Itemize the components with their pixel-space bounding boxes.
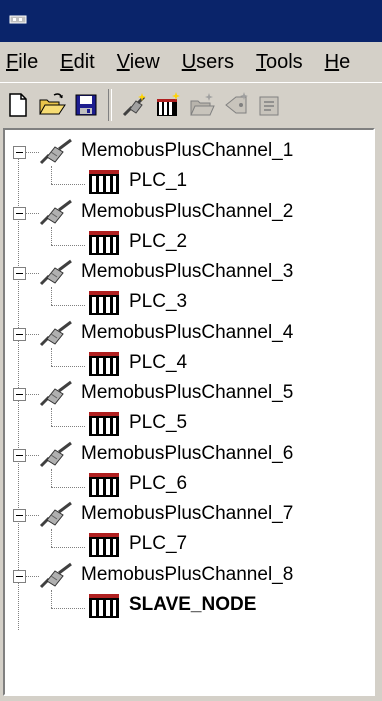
device-label: PLC_1 bbox=[129, 170, 188, 191]
tree-content: MemobusPlusChannel_1 PLC_1 MemobusPlusChan… bbox=[5, 130, 373, 694]
add-tag-icon[interactable] bbox=[222, 91, 250, 119]
tree-connector bbox=[51, 244, 85, 246]
tree-connector bbox=[51, 426, 85, 427]
tree-connector bbox=[51, 547, 85, 548]
project-tree[interactable]: MemobusPlusChannel_1 PLC_1 MemobusPlusChan… bbox=[3, 128, 375, 696]
tree-connector bbox=[25, 575, 39, 577]
title-bar bbox=[0, 0, 382, 42]
channel-icon bbox=[39, 441, 72, 467]
menu-tools[interactable]: Tools bbox=[245, 42, 314, 82]
new-document-icon[interactable] bbox=[4, 91, 32, 119]
device-icon bbox=[89, 593, 119, 618]
tree-connector bbox=[25, 333, 39, 335]
channel-icon bbox=[39, 138, 72, 165]
device-icon bbox=[89, 412, 119, 436]
tree-device-node[interactable]: PLC_2 bbox=[87, 227, 367, 261]
device-label: SLAVE_NODE bbox=[129, 593, 257, 615]
menu-bar: File Edit View Users Tools He bbox=[0, 42, 382, 82]
tree-connector bbox=[25, 152, 39, 153]
channel-icon bbox=[39, 380, 72, 407]
menu-file[interactable]: File bbox=[0, 42, 49, 82]
tree-device-node[interactable]: PLC_3 bbox=[87, 287, 367, 321]
tree-connector bbox=[25, 212, 39, 214]
device-label: PLC_7 bbox=[129, 533, 188, 554]
tree-channel-node[interactable]: MemobusPlusChannel_3 bbox=[13, 257, 373, 291]
channel-label: MemobusPlusChannel_4 bbox=[81, 321, 294, 343]
tree-channel-node[interactable]: MemobusPlusChannel_4 bbox=[13, 318, 373, 352]
channel-label: MemobusPlusChannel_6 bbox=[81, 442, 294, 464]
device-label: PLC_3 bbox=[129, 291, 188, 312]
tree-channel-node[interactable]: MemobusPlusChannel_1 bbox=[13, 136, 373, 170]
tree-channel-node[interactable]: MemobusPlusChannel_8 bbox=[13, 560, 373, 594]
channel-icon bbox=[39, 320, 72, 346]
add-group-icon[interactable] bbox=[188, 91, 216, 119]
tree-connector bbox=[51, 408, 52, 426]
toolbar bbox=[0, 82, 382, 127]
tree-channel-node[interactable]: MemobusPlusChannel_6 bbox=[13, 439, 373, 473]
channel-label: MemobusPlusChannel_3 bbox=[81, 261, 294, 282]
save-disk-icon[interactable] bbox=[72, 91, 100, 119]
device-label: PLC_6 bbox=[129, 472, 188, 494]
tree-device-node[interactable]: PLC_7 bbox=[87, 529, 367, 563]
channel-label: MemobusPlusChannel_2 bbox=[81, 200, 294, 222]
channel-icon bbox=[39, 199, 72, 225]
toolbar-separator bbox=[108, 89, 112, 121]
tree-connector bbox=[25, 515, 39, 516]
menu-edit[interactable]: Edit bbox=[49, 42, 105, 82]
properties-icon[interactable] bbox=[256, 91, 284, 119]
tree-connector bbox=[51, 184, 85, 185]
device-label: PLC_5 bbox=[129, 412, 188, 433]
add-device-icon[interactable] bbox=[154, 91, 182, 119]
tree-connector bbox=[51, 347, 52, 366]
tree-channel-node[interactable]: MemobusPlusChannel_7 bbox=[13, 499, 373, 533]
device-icon bbox=[89, 170, 119, 194]
device-icon bbox=[89, 351, 119, 376]
tree-connector bbox=[51, 305, 85, 306]
channel-label: MemobusPlusChannel_1 bbox=[81, 140, 294, 161]
app-icon bbox=[9, 15, 27, 24]
channel-label: MemobusPlusChannel_7 bbox=[81, 503, 294, 524]
device-icon bbox=[89, 291, 119, 315]
tree-connector bbox=[25, 454, 39, 456]
channel-label: MemobusPlusChannel_5 bbox=[81, 382, 294, 403]
tree-connector bbox=[51, 468, 52, 487]
tree-connector bbox=[51, 529, 52, 547]
tree-connector bbox=[25, 273, 39, 274]
tree-connector bbox=[51, 365, 85, 367]
tree-connector bbox=[25, 394, 39, 395]
tree-device-node[interactable]: PLC_4 bbox=[87, 348, 367, 382]
channel-icon bbox=[39, 501, 72, 528]
add-channel-icon[interactable] bbox=[120, 91, 148, 119]
tree-channel-node[interactable]: MemobusPlusChannel_5 bbox=[13, 378, 373, 412]
device-icon bbox=[89, 230, 119, 255]
tree-device-node[interactable]: PLC_5 bbox=[87, 408, 367, 442]
device-label: PLC_2 bbox=[129, 230, 188, 252]
channel-icon bbox=[39, 562, 72, 588]
tree-connector bbox=[51, 166, 52, 184]
device-label: PLC_4 bbox=[129, 351, 188, 373]
channel-label: MemobusPlusChannel_8 bbox=[81, 563, 294, 585]
device-icon bbox=[89, 472, 119, 497]
tree-connector bbox=[51, 607, 85, 609]
tree-device-node[interactable]: PLC_6 bbox=[87, 469, 367, 503]
tree-connector bbox=[51, 486, 85, 488]
tree-channel-node[interactable]: MemobusPlusChannel_2 bbox=[13, 197, 373, 231]
menu-users[interactable]: Users bbox=[171, 42, 245, 82]
open-folder-icon[interactable] bbox=[38, 91, 66, 119]
tree-connector bbox=[51, 226, 52, 245]
tree-device-node[interactable]: PLC_1 bbox=[87, 166, 367, 200]
tree-connector bbox=[51, 589, 52, 608]
channel-icon bbox=[39, 259, 72, 286]
device-icon bbox=[89, 533, 119, 557]
tree-connector bbox=[51, 287, 52, 305]
tree-device-node[interactable]: SLAVE_NODE bbox=[87, 590, 367, 624]
menu-help[interactable]: He bbox=[314, 42, 362, 82]
menu-view[interactable]: View bbox=[106, 42, 171, 82]
